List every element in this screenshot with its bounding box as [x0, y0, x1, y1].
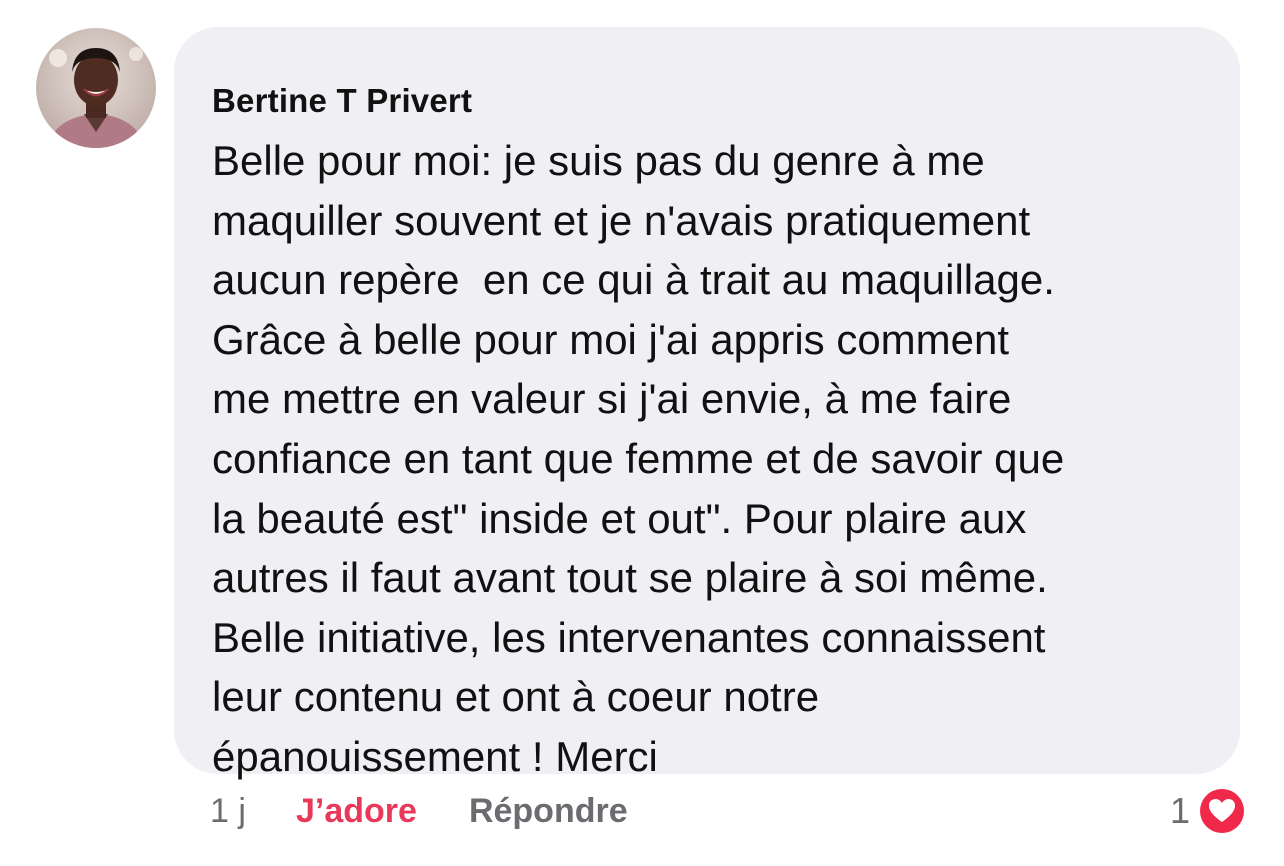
- comment-line: me mettre en valeur si j'ai envie, à me …: [212, 375, 1012, 423]
- timestamp[interactable]: 1 j: [210, 792, 296, 831]
- reaction-count: 1: [1169, 790, 1190, 831]
- comment-line: confiance en tant que femme et de savoir…: [212, 434, 1065, 482]
- avatar[interactable]: [36, 28, 156, 148]
- reply-button[interactable]: Répondre: [469, 792, 628, 831]
- comment-line: autres il faut avant tout se plaire à so…: [212, 554, 1048, 602]
- avatar-image: [36, 28, 156, 148]
- comment-line: leur contenu et ont à coeur notre: [212, 673, 820, 721]
- comment-text: Belle pour moi: je suis pas du genre à m…: [212, 131, 1240, 787]
- comment-line: Belle pour moi: je suis pas du genre à m…: [212, 137, 985, 184]
- comment-line: la beauté est" inside et out". Pour plai…: [212, 494, 1027, 542]
- comment-line: Grâce à belle pour moi j'ai appris comme…: [212, 315, 1010, 363]
- comment-line: aucun repère en ce qui à trait au maquil…: [212, 256, 1055, 304]
- comment-actions: 1 j J’adore Répondre: [210, 788, 628, 834]
- heart-icon: [1197, 786, 1247, 836]
- reactions-summary[interactable]: 1: [1170, 784, 1248, 838]
- love-button[interactable]: J’adore: [296, 792, 417, 831]
- author-name[interactable]: Bertine T Privert: [212, 81, 1240, 121]
- comment-line: épanouissement ! Merci: [212, 732, 658, 780]
- comment: Bertine T Privert Belle pour moi: je sui…: [0, 0, 1284, 866]
- comment-line: maquiller souvent et je n'avais pratique…: [212, 196, 1031, 244]
- comment-bubble: Bertine T Privert Belle pour moi: je sui…: [174, 27, 1240, 780]
- comment-line: Belle initiative, les intervenantes conn…: [212, 613, 1046, 661]
